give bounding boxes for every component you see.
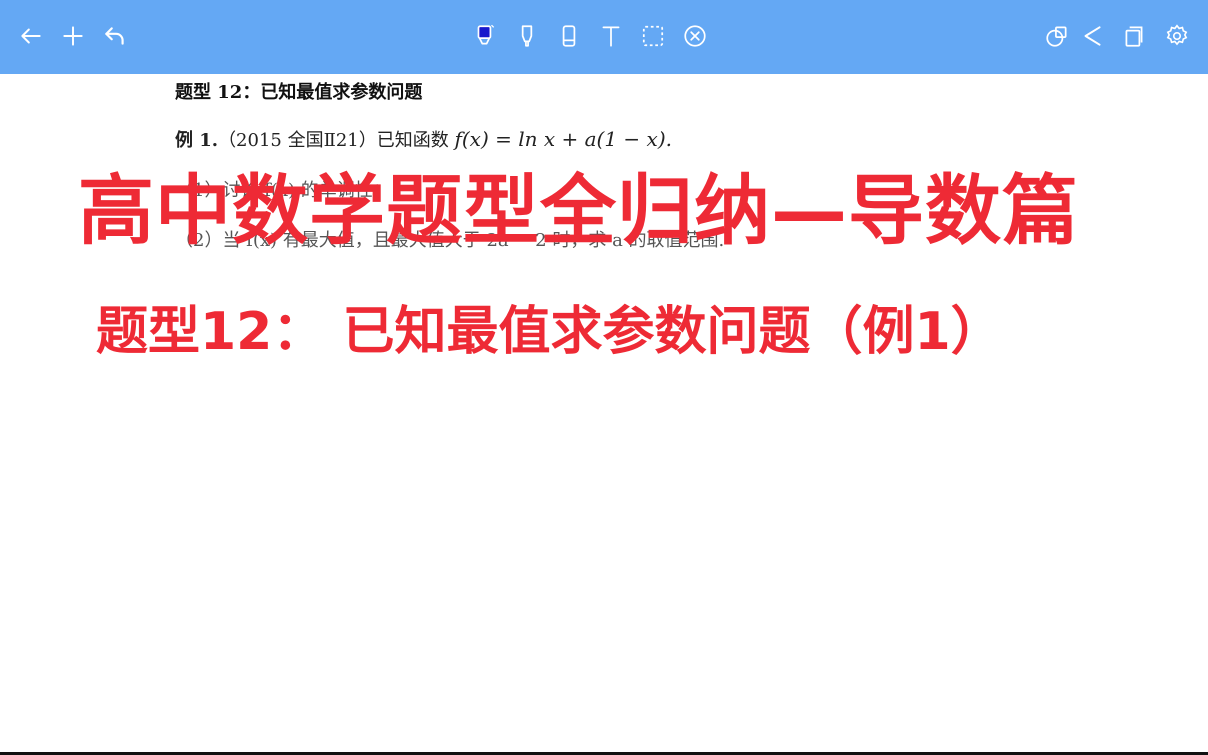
eraser-icon[interactable]: [552, 18, 586, 54]
overlay-subtitle: 题型12： 已知最值求参数问题（例1）: [96, 302, 1003, 362]
lasso-select-icon[interactable]: [636, 18, 670, 54]
example-source: （2015 全国Ⅱ21）已知函数: [218, 130, 449, 151]
doc-heading: 题型 12：已知最值求参数问题: [175, 82, 423, 103]
copy-page-icon[interactable]: [1117, 18, 1151, 54]
function-expression: f(x) = ln x + a(1 − x).: [454, 127, 672, 151]
highlighter-icon[interactable]: [510, 18, 544, 54]
undo-icon[interactable]: [98, 18, 132, 54]
pen-icon[interactable]: [468, 18, 502, 54]
top-toolbar: [0, 0, 1208, 74]
text-icon[interactable]: [594, 18, 628, 54]
plus-icon[interactable]: [56, 18, 90, 54]
example-line: 例 1.（2015 全国Ⅱ21）已知函数 f(x) = ln x + a(1 −…: [175, 126, 672, 152]
overlay-title: 高中数学题型全归纳—导数篇: [78, 166, 1079, 255]
back-arrow-icon[interactable]: [14, 18, 48, 54]
example-label: 例 1.: [175, 130, 219, 151]
laser-pointer-icon[interactable]: [678, 18, 712, 54]
document-page[interactable]: 题型 12：已知最值求参数问题 例 1.（2015 全国Ⅱ21）已知函数 f(x…: [0, 74, 1208, 755]
shapes-icon[interactable]: [1040, 18, 1074, 54]
settings-icon[interactable]: [1160, 18, 1194, 54]
share-icon[interactable]: [1075, 18, 1109, 54]
